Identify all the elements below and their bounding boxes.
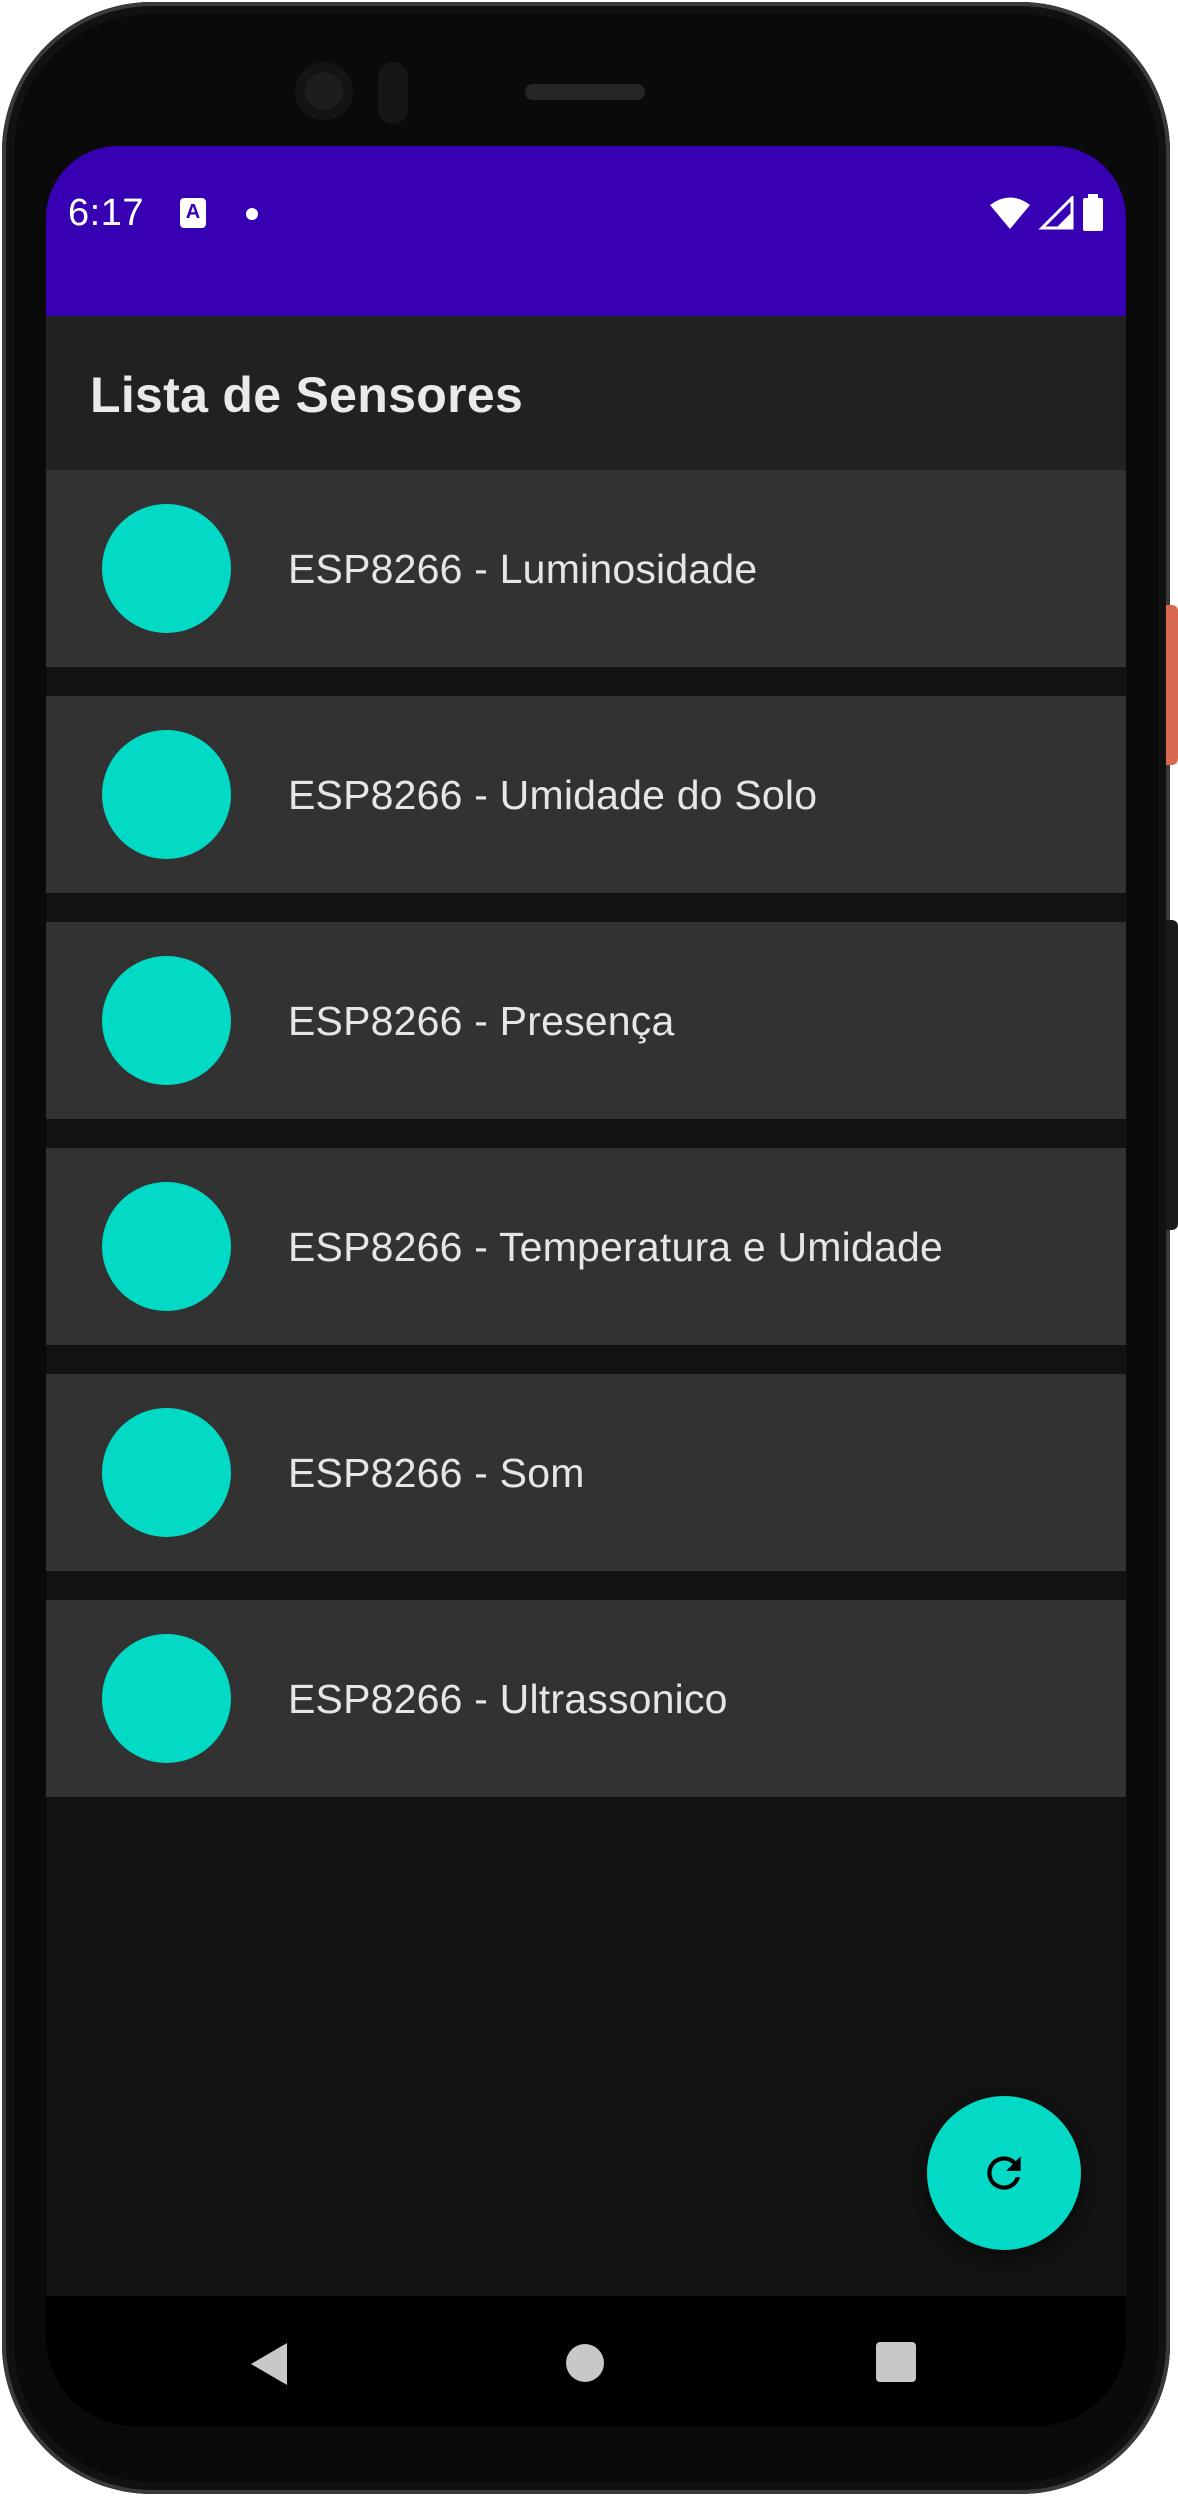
sensor-avatar (102, 504, 231, 633)
page-title: Lista de Sensores (90, 367, 524, 423)
volume-button (1166, 920, 1178, 1230)
screen: 6:17 A Lista de Sensores ESP8266 - Lumin… (46, 146, 1126, 2426)
earpiece-speaker (525, 84, 645, 100)
sensor-avatar (102, 1634, 231, 1763)
list-item[interactable]: ESP8266 - Presença (46, 922, 1126, 1119)
refresh-button[interactable] (927, 2096, 1081, 2250)
list-item[interactable]: ESP8266 - Ultrassonico (46, 1600, 1126, 1797)
status-bar: 6:17 A (46, 146, 1126, 316)
sensor-avatar (102, 730, 231, 859)
sensor-label: ESP8266 - Presença (288, 998, 675, 1044)
refresh-icon (987, 2156, 1021, 2190)
sensor-avatar (102, 1182, 231, 1311)
sensor-label: ESP8266 - Temperatura e Umidade (288, 1224, 943, 1270)
sensor-avatar (102, 956, 231, 1085)
signal-icon (1038, 196, 1074, 230)
status-icons (990, 194, 1104, 232)
wifi-icon (990, 197, 1030, 229)
sensor-label: ESP8266 - Luminosidade (288, 546, 758, 592)
notification-dot-icon (246, 208, 258, 220)
home-icon[interactable] (566, 2344, 604, 2382)
navigation-bar (46, 2296, 1126, 2426)
app-bar: Lista de Sensores (46, 316, 1126, 470)
sensor-label: ESP8266 - Ultrassonico (288, 1676, 728, 1722)
list-item[interactable]: ESP8266 - Umidade do Solo (46, 696, 1126, 893)
list-item[interactable]: ESP8266 - Som (46, 1374, 1126, 1571)
proximity-sensor (378, 62, 408, 124)
battery-icon (1083, 194, 1103, 231)
back-icon[interactable] (249, 2341, 289, 2387)
sensor-avatar (102, 1408, 231, 1537)
status-time: 6:17 (68, 192, 144, 234)
front-camera (295, 62, 353, 120)
power-button (1166, 605, 1178, 765)
recents-icon[interactable] (876, 2342, 916, 2382)
sensor-label: ESP8266 - Som (288, 1450, 585, 1496)
sensor-label: ESP8266 - Umidade do Solo (288, 772, 818, 818)
device-stage: 6:17 A Lista de Sensores ESP8266 - Lumin… (0, 0, 1178, 2498)
list-item[interactable]: ESP8266 - Luminosidade (46, 470, 1126, 667)
a-notification-icon: A (180, 198, 206, 228)
list-item[interactable]: ESP8266 - Temperatura e Umidade (46, 1148, 1126, 1345)
